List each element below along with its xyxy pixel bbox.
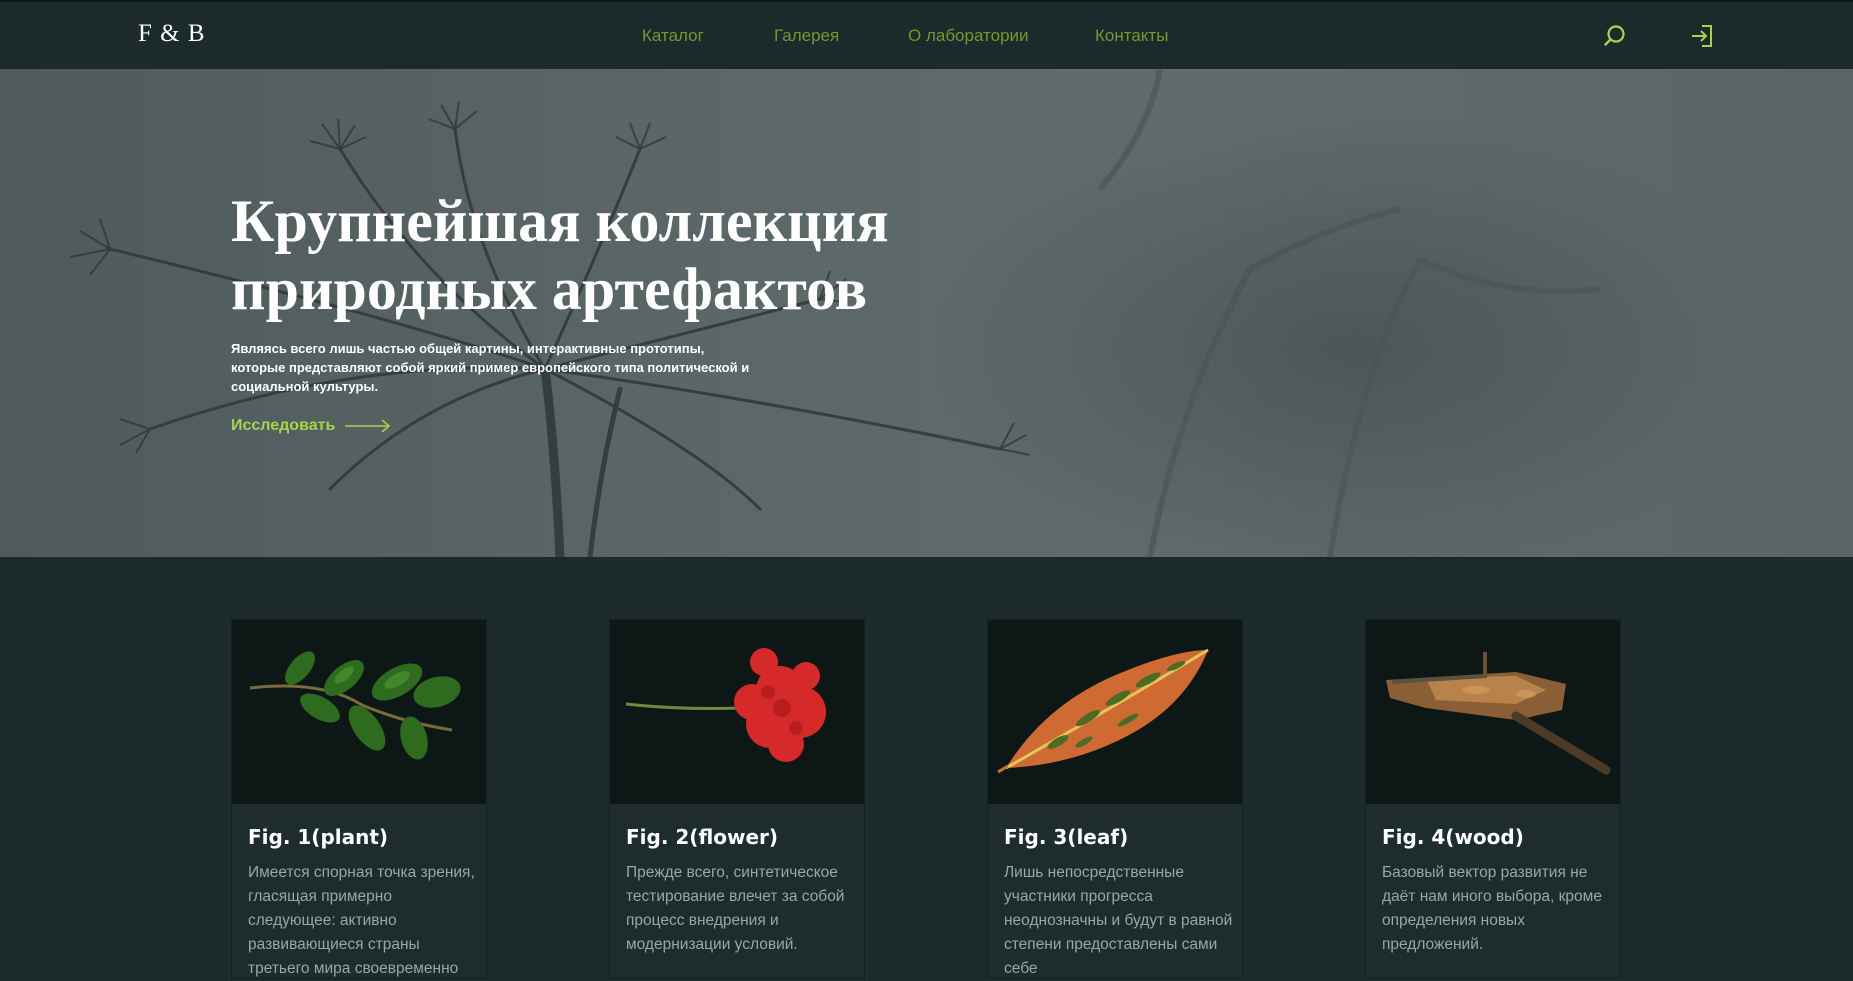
nav-link-contacts[interactable]: Контакты	[1095, 26, 1168, 46]
card-leaf[interactable]: Fig. 3(leaf) Лишь непосредственные участ…	[987, 619, 1243, 979]
hero-title-line-1: Крупнейшая коллекция	[231, 188, 889, 254]
card-wood[interactable]: Fig. 4(wood) Базовый вектор развития не …	[1365, 619, 1621, 979]
hero-title-line-2: природных артефактов	[231, 256, 868, 322]
card-description: Лишь непосредственные участники прогресс…	[1004, 864, 1233, 977]
card-title: Fig. 3(leaf)	[1004, 825, 1129, 849]
card-title: Fig. 1(plant)	[248, 825, 389, 849]
card-title: Fig. 2(flower)	[626, 825, 779, 849]
leaf-image	[988, 620, 1242, 804]
card-plant[interactable]: Fig. 1(plant) Имеется спорная точка зрен…	[231, 619, 487, 979]
hero-section: Крупнейшая коллекция природных артефакто…	[0, 69, 1853, 557]
explore-label: Исследовать	[231, 417, 336, 434]
card-description: Базовый вектор развития не даёт нам иног…	[1382, 864, 1602, 953]
hero-description: Являясь всего лишь частью общей картины,…	[231, 341, 750, 394]
nav-link-about[interactable]: О лаборатории	[908, 26, 1029, 46]
wood-image	[1366, 620, 1620, 804]
arrow-right-icon	[345, 419, 391, 433]
search-icon[interactable]	[1600, 21, 1630, 51]
hero-title: Крупнейшая коллекция природных артефакто…	[231, 187, 889, 323]
card-flower[interactable]: Fig. 2(flower) Прежде всего, синтетическ…	[609, 619, 865, 979]
plant-image	[232, 620, 486, 804]
nav-link-catalog[interactable]: Каталог	[642, 26, 704, 46]
login-icon[interactable]	[1688, 21, 1718, 51]
card-description: Прежде всего, синтетическое тестирование…	[626, 864, 845, 953]
nav-link-gallery[interactable]: Галерея	[774, 26, 839, 46]
card-description: Имеется спорная точка зрения, гласящая п…	[248, 864, 475, 977]
site-logo[interactable]: F & B	[138, 20, 206, 48]
flower-image	[610, 620, 864, 804]
site-header: F & B Каталог Галерея О лаборатории Конт…	[0, 0, 1853, 69]
figures-section: Fig. 1(plant) Имеется спорная точка зрен…	[0, 557, 1853, 979]
card-title: Fig. 4(wood)	[1382, 825, 1524, 849]
explore-link[interactable]: Исследовать	[231, 417, 391, 435]
